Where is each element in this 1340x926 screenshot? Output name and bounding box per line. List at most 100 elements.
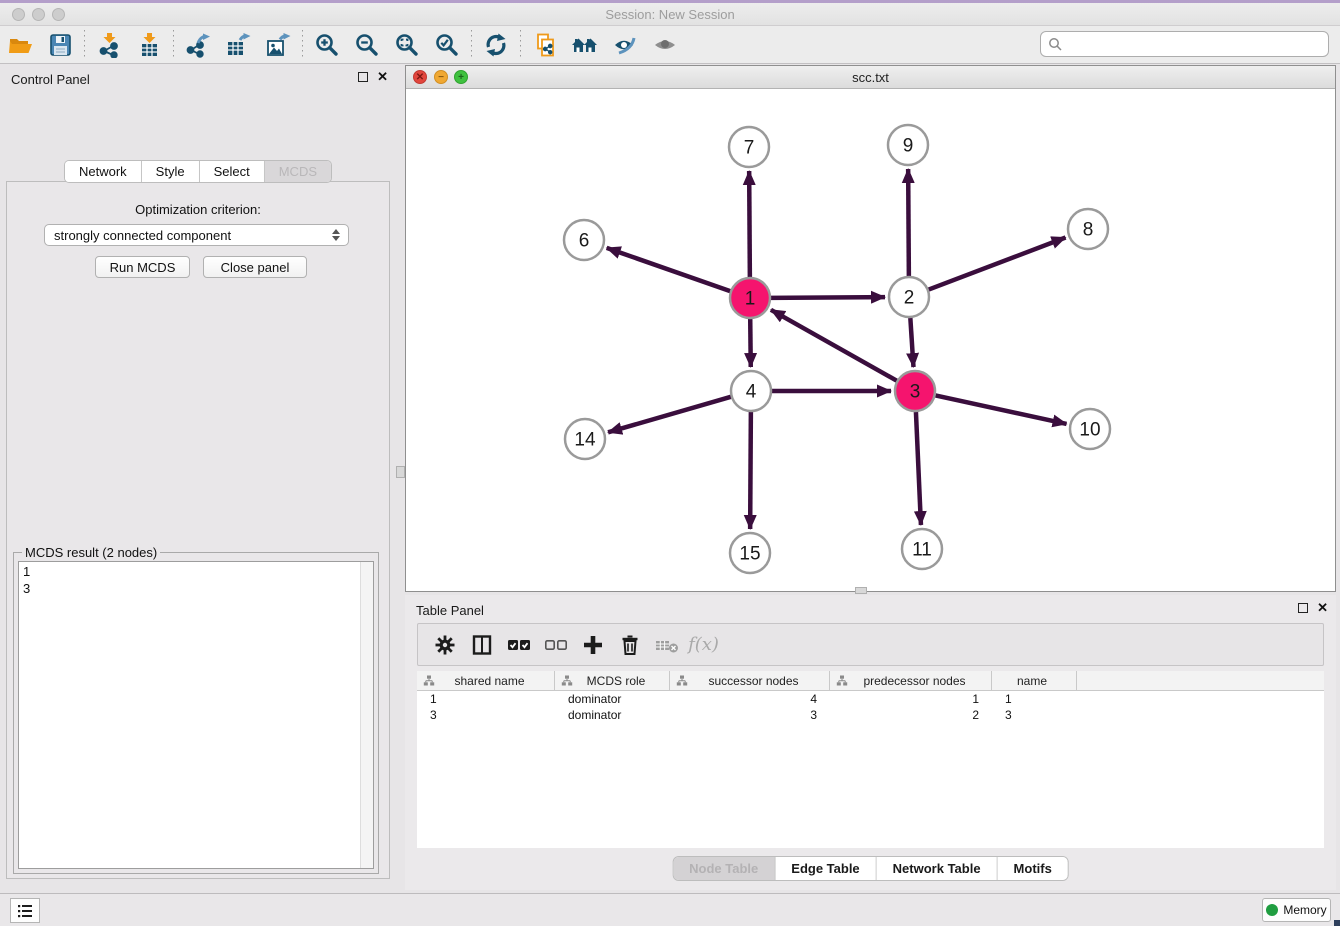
tab-node-table[interactable]: Node Table: [673, 857, 775, 880]
zoom-selected-button[interactable]: [427, 29, 467, 61]
first-neighbors-icon: [571, 32, 599, 58]
task-history-button[interactable]: [10, 898, 40, 923]
import-table-button[interactable]: [129, 29, 169, 61]
close-panel-icon[interactable]: ✕: [377, 71, 388, 83]
select-all-icon: [506, 633, 532, 657]
column-header-successor-nodes[interactable]: successor nodes: [670, 671, 830, 690]
graph-node-2[interactable]: 2: [889, 277, 929, 317]
svg-text:4: 4: [746, 382, 757, 403]
deselect-all-button[interactable]: [537, 628, 574, 662]
edge-3-1[interactable]: [771, 310, 897, 381]
criterion-select[interactable]: strongly connected component: [44, 224, 349, 246]
graph-node-3[interactable]: 3: [895, 371, 935, 411]
graph-node-7[interactable]: 7: [729, 127, 769, 167]
export-network-icon: [185, 32, 211, 58]
cell-successor-nodes[interactable]: 4: [670, 692, 830, 706]
tab-style[interactable]: Style: [142, 161, 200, 182]
tab-mcds[interactable]: MCDS: [265, 161, 331, 182]
table-settings-button[interactable]: [426, 628, 463, 662]
zoom-in-button[interactable]: [307, 29, 347, 61]
cell-predecessor-nodes[interactable]: 2: [830, 708, 992, 722]
close-panel-button[interactable]: Close panel: [203, 256, 307, 278]
refresh-button[interactable]: [476, 29, 516, 61]
memory-button[interactable]: Memory: [1262, 898, 1331, 922]
splitter-handle[interactable]: [855, 587, 867, 594]
tab-motifs[interactable]: Motifs: [998, 857, 1068, 880]
column-header-MCDS-role[interactable]: MCDS role: [555, 671, 670, 690]
cell-name[interactable]: 3: [992, 708, 1077, 722]
import-network-button[interactable]: [89, 29, 129, 61]
graph-node-8[interactable]: 8: [1068, 209, 1108, 249]
zoom-fit-button[interactable]: [387, 29, 427, 61]
svg-text:8: 8: [1083, 220, 1094, 241]
cell-shared-name[interactable]: 1: [417, 692, 555, 706]
edge-1-6[interactable]: [607, 248, 731, 291]
network-window-titlebar[interactable]: ✕ − + scc.txt: [406, 66, 1335, 89]
tab-select[interactable]: Select: [200, 161, 265, 182]
show-all-button[interactable]: [645, 29, 685, 61]
edge-1-4[interactable]: [750, 319, 751, 367]
first-neighbors-button[interactable]: [565, 29, 605, 61]
tab-network-table[interactable]: Network Table: [877, 857, 998, 880]
float-panel-icon[interactable]: [1298, 603, 1308, 613]
zoom-out-button[interactable]: [347, 29, 387, 61]
table-panel: Table Panel ✕: [405, 595, 1336, 890]
splitter-handle[interactable]: [396, 466, 405, 478]
import-table-icon: [136, 32, 162, 58]
mcds-result-scrollbar[interactable]: [360, 562, 373, 868]
hierarchy-icon: [423, 675, 435, 686]
close-panel-icon[interactable]: ✕: [1317, 602, 1328, 614]
save-session-button[interactable]: [40, 29, 80, 61]
cell-name[interactable]: 1: [992, 692, 1077, 706]
edge-1-2[interactable]: [771, 297, 885, 298]
cell-shared-name[interactable]: 3: [417, 708, 555, 722]
graph-node-11[interactable]: 11: [902, 529, 942, 569]
edge-4-14[interactable]: [608, 397, 731, 433]
graph-node-9[interactable]: 9: [888, 125, 928, 165]
mcds-result-text[interactable]: 1 3: [18, 561, 374, 869]
refresh-icon: [483, 32, 509, 58]
duplicate-network-button[interactable]: [525, 29, 565, 61]
export-network-button[interactable]: [178, 29, 218, 61]
table-row[interactable]: 1dominator411: [417, 691, 1324, 707]
export-table-button[interactable]: [218, 29, 258, 61]
export-image-button[interactable]: [258, 29, 298, 61]
cell-MCDS-role[interactable]: dominator: [555, 708, 670, 722]
column-layout-button[interactable]: [463, 628, 500, 662]
hide-selected-button[interactable]: [605, 29, 645, 61]
graph-node-15[interactable]: 15: [730, 533, 770, 573]
delete-column-button[interactable]: [611, 628, 648, 662]
tab-network[interactable]: Network: [65, 161, 142, 182]
float-panel-icon[interactable]: [358, 72, 368, 82]
graph-node-14[interactable]: 14: [565, 419, 605, 459]
function-builder-button[interactable]: f(x): [685, 628, 722, 662]
select-all-button[interactable]: [500, 628, 537, 662]
edge-3-11[interactable]: [916, 412, 921, 525]
cell-MCDS-role[interactable]: dominator: [555, 692, 670, 706]
column-header-predecessor-nodes[interactable]: predecessor nodes: [830, 671, 992, 690]
delete-table-button[interactable]: [648, 628, 685, 662]
duplicate-network-icon: [532, 32, 558, 58]
edge-2-8[interactable]: [929, 238, 1066, 290]
edge-2-9[interactable]: [908, 169, 909, 276]
column-header-name[interactable]: name: [992, 671, 1077, 690]
edge-1-7[interactable]: [749, 171, 750, 277]
edge-3-10[interactable]: [936, 395, 1067, 423]
edge-2-3[interactable]: [910, 318, 913, 367]
network-canvas[interactable]: 7 9 6 8 1 2 4 3 14 10 15 11: [406, 89, 1335, 591]
graph-node-10[interactable]: 10: [1070, 409, 1110, 449]
run-mcds-button[interactable]: Run MCDS: [95, 256, 190, 278]
search-input[interactable]: [1063, 34, 1328, 54]
cell-predecessor-nodes[interactable]: 1: [830, 692, 992, 706]
add-column-button[interactable]: [574, 628, 611, 662]
tab-edge-table[interactable]: Edge Table: [775, 857, 876, 880]
graph-node-4[interactable]: 4: [731, 371, 771, 411]
svg-text:3: 3: [910, 382, 921, 403]
open-session-button[interactable]: [0, 29, 40, 61]
column-header-shared-name[interactable]: shared name: [417, 671, 555, 690]
edge-4-15[interactable]: [750, 412, 751, 529]
cell-successor-nodes[interactable]: 3: [670, 708, 830, 722]
graph-node-6[interactable]: 6: [564, 220, 604, 260]
table-row[interactable]: 3dominator323: [417, 707, 1324, 723]
graph-node-1[interactable]: 1: [730, 278, 770, 318]
